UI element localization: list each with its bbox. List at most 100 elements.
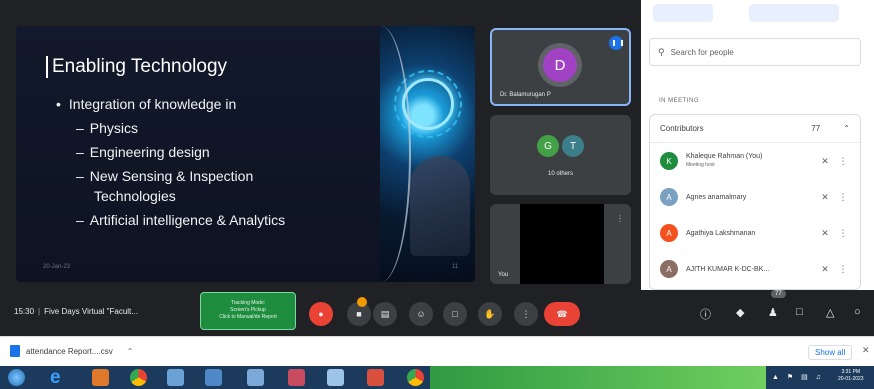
participant-name-block: Khaleque Rahman (You) Meeting host bbox=[686, 152, 814, 170]
captions-icon: ▤ bbox=[380, 308, 390, 319]
internet-explorer-icon[interactable]: e bbox=[50, 368, 70, 387]
participant-name: Dr. Balamurugan P bbox=[500, 92, 551, 98]
participant-row[interactable]: K Khaleque Rahman (You) Meeting host ✕ ⋮ bbox=[650, 143, 860, 179]
system-tray[interactable]: ▲ ⚑ ▤ ♫ bbox=[772, 373, 824, 381]
participant-name-block: Agathiya Lakshmanan bbox=[686, 229, 814, 238]
participant-name: AJITH KUMAR K-DC-BK... bbox=[686, 265, 770, 273]
media-player-icon[interactable] bbox=[92, 369, 109, 386]
mic-muted-icon[interactable]: ✕ bbox=[814, 264, 836, 275]
avatar: T bbox=[562, 135, 584, 157]
more-vert-icon[interactable]: ⋮ bbox=[836, 228, 850, 239]
search-icon: ⚲ bbox=[658, 46, 665, 57]
slide-bullet: Integration of knowledge in bbox=[56, 92, 376, 116]
captions-button[interactable]: ▤ bbox=[373, 302, 397, 326]
chevron-up-icon[interactable]: ⌃ bbox=[843, 124, 850, 133]
participant-role: Meeting host bbox=[686, 162, 715, 168]
open-queue-button[interactable] bbox=[749, 4, 839, 22]
chevron-up-icon[interactable]: ⌃ bbox=[127, 347, 134, 356]
add-people-button[interactable] bbox=[653, 4, 713, 22]
mic-muted-icon[interactable]: ✕ bbox=[814, 192, 836, 203]
download-item[interactable]: attendance Report....csv ⌃ bbox=[10, 345, 133, 357]
file-icon bbox=[10, 345, 20, 357]
more-options-button[interactable]: ⋮ bbox=[514, 302, 538, 326]
participant-name: You bbox=[498, 272, 509, 278]
mic-muted-icon: ⋮ bbox=[616, 214, 624, 223]
chrome-icon[interactable] bbox=[130, 369, 147, 386]
slide-footer-date: 20-Jan-23 bbox=[43, 264, 71, 270]
more-vert-icon: ⋮ bbox=[521, 308, 531, 319]
windows-taskbar: e ▲ ⚑ ▤ ♫ 3:31 PM 20-01-2023 bbox=[0, 366, 874, 389]
taskbar-app-icon[interactable] bbox=[288, 369, 305, 386]
phone-hangup-icon: ☎ bbox=[556, 308, 568, 319]
participant-tile-others[interactable]: G T 10 others bbox=[490, 115, 631, 195]
contributors-list: Contributors 77 ⌃ K Khaleque Rahman (You)… bbox=[649, 114, 861, 290]
slide-bullet-list: Integration of knowledge inPhysicsEngine… bbox=[56, 92, 376, 232]
people-count-badge: 77 bbox=[771, 290, 786, 298]
reactions-button[interactable]: ☺ bbox=[409, 302, 433, 326]
people-icon[interactable]: ♟ bbox=[768, 306, 778, 319]
slide-bullet: Artificial intelligence & Analytics bbox=[56, 208, 376, 232]
slide-bullet: Physics bbox=[56, 116, 376, 140]
meeting-info: 15:30 | Five Days Virtual "Facult... bbox=[14, 307, 138, 316]
mic-off-button[interactable]: ● bbox=[309, 302, 333, 326]
participant-video bbox=[520, 204, 604, 284]
people-panel: ⚲ Search for people IN MEETING Contribut… bbox=[641, 0, 874, 290]
chrome-icon[interactable] bbox=[407, 369, 424, 386]
presentation-slide: Enabling Technology Integration of knowl… bbox=[16, 26, 475, 282]
tracking-line: Click to Manual/de Report bbox=[219, 314, 277, 320]
emoji-icon: ☺ bbox=[416, 309, 426, 319]
participant-row[interactable]: A AJITH KUMAR K-DC-BK... ✕ ⋮ bbox=[650, 251, 860, 287]
participant-name: Khaleque Rahman (You) bbox=[686, 153, 763, 160]
taskbar-app-icon[interactable] bbox=[247, 369, 264, 386]
more-vert-icon[interactable]: ⋮ bbox=[836, 192, 850, 203]
close-icon[interactable]: ✕ bbox=[862, 345, 870, 356]
raise-hand-button[interactable]: ✋ bbox=[478, 302, 502, 326]
avatar: A bbox=[660, 260, 678, 278]
warning-badge bbox=[357, 297, 367, 307]
show-all-button[interactable]: Show all bbox=[808, 345, 853, 360]
start-button-icon[interactable] bbox=[8, 369, 25, 386]
hand-icon: ✋ bbox=[484, 308, 496, 319]
mic-muted-icon[interactable]: ✕ bbox=[814, 156, 836, 167]
clock-time: 3:31 PM bbox=[841, 369, 861, 375]
participant-tile-self[interactable]: ⋮ You bbox=[490, 204, 631, 284]
clock-date: 20-01-2023 bbox=[838, 376, 864, 382]
camera-icon: ■ bbox=[356, 309, 362, 319]
taskbar-app-icon[interactable] bbox=[205, 369, 222, 386]
attendance-tracking-button[interactable]: Tracking Mode: Screen's Pickup Click to … bbox=[200, 292, 296, 330]
more-vert-icon[interactable]: ⋮ bbox=[836, 156, 850, 167]
avatar: A bbox=[660, 188, 678, 206]
taskbar-app-icon[interactable] bbox=[367, 369, 384, 386]
chat-icon[interactable]: □ bbox=[796, 306, 803, 318]
taskbar-app-icon[interactable] bbox=[167, 369, 184, 386]
meeting-time: 15:30 bbox=[14, 307, 35, 316]
more-vert-icon[interactable]: ⋮ bbox=[836, 264, 850, 275]
search-people-input[interactable]: ⚲ Search for people bbox=[649, 38, 861, 66]
participant-tile-active[interactable]: D Dr. Balamurugan P bbox=[490, 28, 631, 106]
taskbar-clock[interactable]: 3:31 PM 20-01-2023 bbox=[838, 369, 864, 383]
participant-row[interactable]: A Agnes anamalmary ✕ ⋮ bbox=[650, 179, 860, 215]
activities-icon[interactable]: ◆ bbox=[736, 306, 744, 319]
lock-icon[interactable]: ○ bbox=[854, 306, 861, 318]
others-count-label: 10 others bbox=[547, 171, 574, 177]
participant-name: Agnes anamalmary bbox=[686, 193, 747, 201]
taskbar-app-icon[interactable] bbox=[327, 369, 344, 386]
download-filename: attendance Report....csv bbox=[26, 346, 113, 356]
mic-off-icon: ● bbox=[318, 309, 324, 319]
tracking-line: Tracking Mode: bbox=[230, 300, 266, 306]
mic-muted-icon[interactable]: ✕ bbox=[814, 228, 836, 239]
contributors-header[interactable]: Contributors 77 ⌃ bbox=[650, 115, 860, 143]
slide-bullet: Engineering design bbox=[56, 140, 376, 164]
participant-row[interactable]: A Agathiya Lakshmanan ✕ ⋮ bbox=[650, 215, 860, 251]
present-button[interactable]: □ bbox=[443, 302, 467, 326]
present-icon: □ bbox=[452, 309, 458, 319]
contributors-count: 77 bbox=[811, 124, 821, 133]
speaking-indicator-icon bbox=[609, 36, 623, 50]
meet-window: Enabling Technology Integration of knowl… bbox=[0, 0, 874, 336]
search-placeholder: Search for people bbox=[670, 47, 734, 57]
info-icon[interactable]: ⓘ bbox=[700, 306, 711, 322]
leave-call-button[interactable]: ☎ bbox=[544, 302, 580, 326]
contributors-label: Contributors bbox=[660, 124, 704, 133]
host-controls-icon[interactable]: △ bbox=[826, 306, 834, 319]
taskbar-active-window[interactable] bbox=[430, 366, 766, 389]
